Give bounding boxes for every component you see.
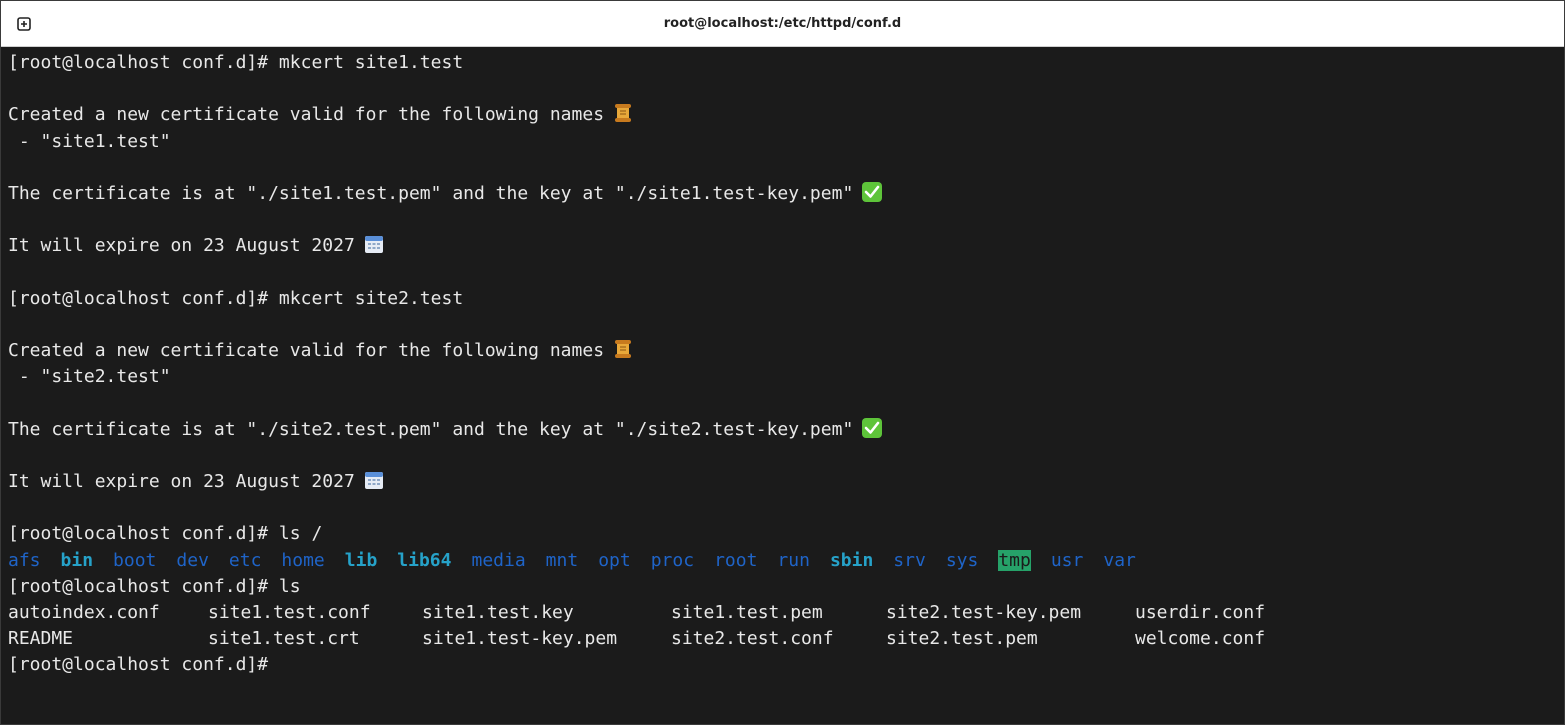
file-name: site2.test-key.pem [886, 601, 1082, 623]
output-line: The certificate is at "./site2.test.pem"… [8, 417, 1564, 443]
scroll-icon [615, 340, 632, 359]
output-text: - "site2.test" [8, 366, 171, 388]
directory-listing: afs bin boot dev etc home lib lib64 media mnt opt p… [8, 548, 1564, 574]
file-listing-row: README site1.test.crt site1.test-key.pem si… [8, 626, 1564, 652]
output-line: Created a new certificate valid for the … [8, 338, 1564, 364]
calendar-icon [364, 236, 383, 254]
file-listing-row: autoindex.conf site1.test.conf site1.test.… [8, 600, 1564, 626]
command-text: ls [268, 575, 301, 597]
prompt: [root@localhost conf.d]# [8, 575, 269, 597]
output-line: - "site2.test" [8, 364, 1564, 390]
directory-lib: lib [344, 549, 378, 571]
output-text: It will expire on 23 August 2027 [8, 235, 355, 257]
file-name: site1.test.crt [208, 628, 360, 650]
directory-media: media [471, 549, 526, 571]
file-name: site1.test-key.pem [422, 628, 618, 650]
prompt: [root@localhost conf.d]# [8, 287, 269, 309]
directory-mnt: mnt [545, 549, 579, 571]
output-text: - "site1.test" [8, 130, 171, 152]
directory-bin: bin [60, 549, 94, 571]
file-name: site1.test.conf [208, 601, 371, 623]
prompt-line: [root@localhost conf.d]# [8, 652, 1564, 678]
scroll-icon [615, 104, 632, 123]
directory-opt: opt [598, 549, 631, 571]
output-text: It will expire on 23 August 2027 [8, 471, 355, 492]
output-text: The certificate is at "./site1.test.pem"… [8, 182, 854, 204]
output-line: It will expire on 23 August 2027 [8, 233, 1564, 259]
file-name: autoindex.conf [8, 601, 160, 623]
directory-srv: srv [893, 549, 926, 571]
prompt: [root@localhost conf.d]# [8, 523, 269, 545]
directory-root: root [714, 549, 758, 571]
output-text: Created a new certificate valid for the … [8, 104, 605, 126]
directory-tmp: tmp [998, 549, 1031, 571]
check-mark-icon [862, 417, 883, 438]
check-mark-icon [862, 181, 883, 202]
directory-afs: afs [8, 549, 41, 571]
file-name: welcome.conf [1135, 628, 1266, 650]
directory-lib64: lib64 [397, 549, 452, 571]
output-line: Created a new certificate valid for the … [8, 102, 1564, 128]
command-text: mkcert site1.test [268, 52, 464, 73]
directory-etc: etc [228, 549, 262, 571]
file-name: site2.test.pem [886, 628, 1038, 650]
file-name: site1.test.pem [671, 601, 823, 623]
prompt-line: [root@localhost conf.d]# mkcert site2.te… [8, 286, 1564, 312]
command-text: mkcert site2.test [268, 287, 464, 309]
window-title: root@localhost:/etc/httpd/conf.d [663, 16, 902, 31]
file-name: site1.test.key [422, 601, 574, 623]
prompt-line: [root@localhost conf.d]# mkcert site1.te… [8, 50, 1564, 76]
command-text: ls / [268, 523, 323, 545]
terminal-window: root@localhost:/etc/httpd/conf.d [root@l… [0, 0, 1565, 725]
prompt-line: [root@localhost conf.d]# ls / [8, 521, 1564, 547]
directory-usr: usr [1050, 549, 1084, 571]
prompt: [root@localhost conf.d]# [8, 654, 269, 676]
prompt-line: [root@localhost conf.d]# ls [8, 574, 1564, 600]
directory-home: home [281, 549, 325, 571]
file-name: userdir.conf [1135, 601, 1266, 623]
directory-proc: proc [650, 549, 695, 571]
file-name: site2.test.conf [671, 628, 834, 650]
output-line: It will expire on 23 August 2027 [8, 469, 1564, 495]
directory-sys: sys [945, 549, 979, 571]
directory-run: run [777, 549, 810, 571]
directory-var: var [1103, 549, 1136, 571]
title-bar: root@localhost:/etc/httpd/conf.d [1, 1, 1564, 47]
prompt: [root@localhost conf.d]# [8, 52, 269, 73]
output-line: - "site1.test" [8, 129, 1564, 155]
output-line: The certificate is at "./site1.test.pem"… [8, 181, 1564, 207]
output-text: The certificate is at "./site2.test.pem"… [8, 418, 854, 440]
directory-boot: boot [113, 549, 157, 571]
calendar-icon [364, 472, 383, 489]
directory-sbin: sbin [829, 549, 874, 571]
file-name: README [8, 628, 74, 650]
directory-dev: dev [176, 549, 209, 571]
output-text: Created a new certificate valid for the … [8, 340, 605, 362]
terminal-output[interactable]: [root@localhost conf.d]# mkcert site1.te… [1, 50, 1564, 724]
